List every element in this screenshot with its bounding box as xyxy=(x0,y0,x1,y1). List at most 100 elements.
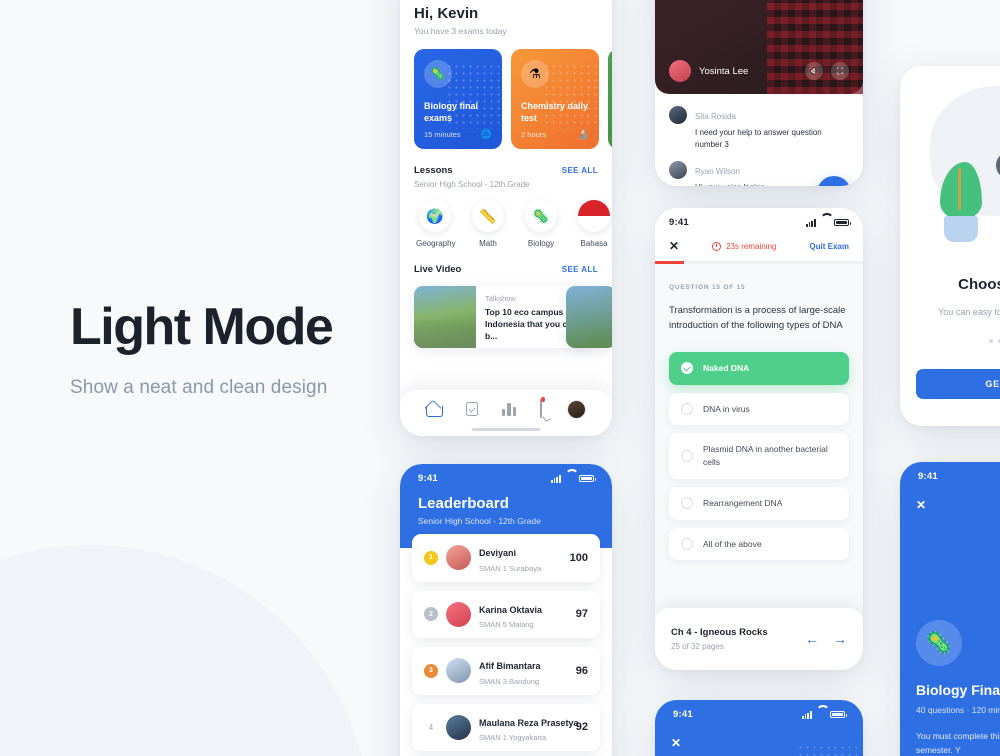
fullscreen-icon[interactable]: ⛶ xyxy=(831,62,849,80)
lessons-subtitle: Senior High School - 12th Grade xyxy=(414,180,530,189)
host-name: Yosinta Lee xyxy=(699,65,749,77)
answer-option[interactable]: All of the above xyxy=(669,527,849,561)
leaderboard-title: Leaderboard xyxy=(418,495,509,512)
status-icons xyxy=(550,474,596,483)
table-row[interactable]: 2 Karina Oktavia SMAN 5 Malang 97 xyxy=(412,590,600,638)
medal-badge: 1 xyxy=(424,550,438,565)
battery-icon xyxy=(579,474,596,483)
exam-card-title: Biology final exams xyxy=(424,100,478,123)
phone-leaderboard-screen: 9:41 Leaderboard Senior High School - 12… xyxy=(400,464,612,756)
phone-exam-screen: 9:41 ✕ 23s remaining Quit Exam QUESTION … xyxy=(655,208,863,670)
lesson-item[interactable]: 🦠 Biology xyxy=(522,200,560,248)
leaderboard-subtitle: Senior High School - 12th Grade xyxy=(418,516,541,526)
live-video-title: Live Video xyxy=(414,264,462,275)
hero-block: Light Mode Show a neat and clean design xyxy=(70,298,334,399)
avatar[interactable] xyxy=(566,399,586,419)
answer-option[interactable]: Naked DNA xyxy=(669,351,849,385)
answer-option[interactable]: DNA in virus xyxy=(669,392,849,426)
battery-icon xyxy=(834,218,851,227)
table-row[interactable]: 4 Maulana Reza Prasetya SMAN 1 Yogyakart… xyxy=(412,703,600,751)
chat-message-list: Sita Rosida I need your help to answer q… xyxy=(655,94,863,186)
phone-live-chat-screen: Top 10 eco campus in Indonesia that you … xyxy=(655,0,863,186)
dot-texture xyxy=(797,744,857,756)
lesson-label: Math xyxy=(479,239,497,248)
chat-bubble-icon xyxy=(540,399,543,418)
chat-username: Sita Rosida xyxy=(695,112,736,121)
check-circle-icon xyxy=(681,362,693,375)
arrow-right-icon[interactable]: → xyxy=(833,631,847,647)
page-indicator: 25 of 32 pages xyxy=(671,642,724,651)
student-score: 100 xyxy=(569,551,588,564)
greeting-subtitle: You have 3 exams today xyxy=(414,26,507,36)
home-icon[interactable] xyxy=(426,402,444,417)
chat-tab-button[interactable] xyxy=(540,397,546,418)
bar-chart-icon[interactable] xyxy=(501,402,516,416)
onboarding-illustration xyxy=(900,66,1000,266)
lesson-item[interactable]: 📏 Math xyxy=(469,200,507,248)
rank-number: 4 xyxy=(428,722,434,732)
live-video-see-all-link[interactable]: SEE ALL xyxy=(562,265,598,274)
exam-progress-bar xyxy=(655,261,863,264)
answer-label: Rearrangement DNA xyxy=(703,497,783,508)
live-video-player[interactable]: Top 10 eco campus in Indonesia that you … xyxy=(655,0,863,94)
exam-timer: 23s remaining xyxy=(712,241,777,251)
phone-home-screen: Search Hi, Kevin You have 3 exams today … xyxy=(400,0,612,436)
pencil-icon: 📏 xyxy=(472,200,504,232)
lesson-item[interactable]: 🌍 Geography xyxy=(416,200,456,248)
quit-exam-button[interactable]: Quit Exam xyxy=(809,242,849,251)
answer-option[interactable]: Rearrangement DNA xyxy=(669,486,849,520)
clipboard-check-icon[interactable] xyxy=(465,402,478,416)
lesson-item[interactable]: Bahasa xyxy=(575,200,612,248)
close-icon[interactable]: ✕ xyxy=(916,498,1000,512)
carousel-dot[interactable] xyxy=(989,338,993,343)
live-video-thumbnail xyxy=(414,286,476,348)
mute-icon[interactable]: 🔇 xyxy=(805,62,823,80)
leaderboard-list: 1 Deviyani SMAN 1 Surabaya 100 2 Karina … xyxy=(400,534,612,756)
exam-card[interactable]: 🦠 Biology final exams 15 minutes 🌐 xyxy=(414,49,502,149)
live-video-card-next[interactable] xyxy=(566,286,612,348)
signal-icon xyxy=(801,710,812,719)
exam-card[interactable]: ⚗ Chemistry daily test 2 hours 🔬 xyxy=(511,49,599,149)
answer-option[interactable]: Plasmid DNA in another bacterial cells xyxy=(669,433,849,479)
greeting-title: Hi, Kevin xyxy=(414,5,479,22)
bacteria-icon: 🦠 xyxy=(916,620,962,666)
status-bar: 9:41 xyxy=(400,464,612,486)
table-row[interactable]: 3 Afif Bimantara SMAN 3 Bandung 96 xyxy=(412,647,600,695)
flag-icon xyxy=(578,200,610,232)
answer-label: Plasmid DNA in another bacterial cells xyxy=(703,444,828,468)
wifi-icon xyxy=(816,711,826,719)
lesson-label: Bahasa xyxy=(580,239,608,248)
student-name: Deviyani xyxy=(479,548,517,558)
bio-exam-meta: 40 questions · 120 minu xyxy=(916,705,1000,715)
exam-timer-label: 23s remaining xyxy=(726,241,777,251)
hero-title: Light Mode xyxy=(70,298,334,356)
radio-icon xyxy=(681,537,693,550)
carousel-dots xyxy=(900,338,1000,343)
close-icon[interactable]: ✕ xyxy=(669,240,679,252)
list-item: Sita Rosida I need your help to answer q… xyxy=(669,106,849,151)
table-row[interactable]: 1 Deviyani SMAN 1 Surabaya 100 xyxy=(412,534,600,582)
clock-icon xyxy=(712,241,722,251)
lessons-see-all-link[interactable]: SEE ALL xyxy=(562,166,598,175)
plant-pot xyxy=(944,216,978,242)
signal-icon xyxy=(805,218,816,227)
student-score: 97 xyxy=(575,608,588,621)
status-bar: 9:41 xyxy=(655,700,863,722)
arrow-left-icon[interactable]: ← xyxy=(805,631,819,647)
chat-badge xyxy=(540,397,546,402)
chapter-title: Ch 4 - Igneous Rocks xyxy=(671,627,768,638)
bio-exam-description: You must complete this f learning this s… xyxy=(916,731,1000,756)
exam-card-time: 2 hours xyxy=(521,130,547,139)
chat-message: Hi your voice laging xyxy=(695,182,765,186)
onboarding-title: Choose your xyxy=(958,276,1000,293)
status-time: 9:41 xyxy=(669,217,689,228)
answer-option-list: Naked DNA DNA in virus Plasmid DNA in an… xyxy=(669,351,849,561)
exam-card[interactable]: 🌍 Geography quiz 3 hours xyxy=(608,49,612,149)
exam-card-title: Chemistry daily test xyxy=(521,100,589,123)
status-time: 9:41 xyxy=(418,473,438,484)
question-text: Transformation is a process of large-sca… xyxy=(669,304,846,332)
radio-icon xyxy=(681,402,693,415)
bacteria-icon: 🦠 xyxy=(525,200,557,232)
get-started-button[interactable]: GET ST xyxy=(916,368,1000,399)
lesson-label: Biology xyxy=(527,239,555,248)
